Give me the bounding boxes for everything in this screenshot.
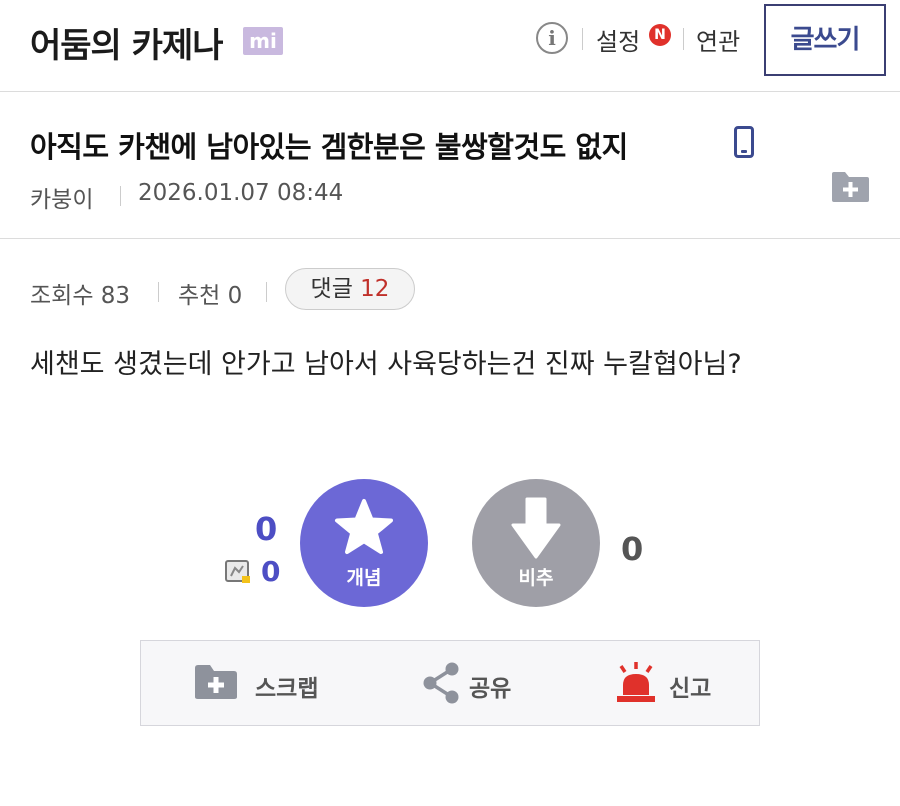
scrap-label: 스크랩 [255, 676, 319, 702]
separator [158, 282, 159, 302]
downvote-label: 비추 [518, 567, 554, 589]
view-count: 조회수 83 [30, 283, 131, 309]
folder-add-icon[interactable] [830, 170, 871, 204]
fix-icon [225, 560, 250, 583]
mi-badge: mi [243, 27, 283, 55]
comment-button[interactable]: 댓글 12 [285, 268, 415, 310]
recommend-count: 추천 0 [178, 283, 243, 309]
settings-link[interactable]: 설정 [596, 22, 640, 57]
fixed-count: 0 [261, 555, 281, 588]
siren-icon [617, 662, 655, 702]
post-author[interactable]: 카붕이 [30, 180, 93, 214]
divider [0, 238, 900, 239]
share-icon [423, 662, 459, 704]
separator [266, 282, 267, 302]
gallery-title[interactable]: 어둠의 카제나 [30, 18, 224, 67]
new-badge-icon: N [649, 24, 671, 46]
share-button[interactable]: 공유 [421, 641, 531, 725]
action-bar: 스크랩 공유 신고 [140, 640, 760, 726]
folder-add-icon [195, 665, 237, 699]
scrap-button[interactable]: 스크랩 [193, 641, 343, 725]
report-label: 신고 [669, 676, 712, 702]
post-body: 세챈도 생겼는데 안가고 남아서 사육당하는건 진짜 누칼협아님? [30, 349, 742, 380]
separator [120, 186, 121, 206]
post-title: 아직도 카챈에 남아있는 겜한분은 불쌍할것도 없지 [30, 130, 628, 164]
info-icon[interactable]: i [536, 22, 568, 54]
share-label: 공유 [469, 676, 512, 702]
comment-count: 12 [360, 276, 390, 302]
upvote-button[interactable]: 개념 [300, 479, 428, 607]
comment-label: 댓글 [310, 276, 353, 302]
upvote-label: 개념 [346, 567, 382, 589]
downvote-button[interactable]: 비추 [472, 479, 600, 607]
mobile-icon [734, 126, 754, 158]
separator [683, 28, 684, 50]
related-link[interactable]: 연관 [696, 22, 740, 57]
arrow-down-icon [511, 497, 561, 559]
downvote-count: 0 [621, 530, 644, 568]
upvote-count: 0 [255, 510, 278, 548]
header: 어둠의 카제나 mi i 설정 N 연관 글쓰기 [0, 0, 900, 92]
report-button[interactable]: 신고 [613, 641, 723, 725]
write-button[interactable]: 글쓰기 [764, 4, 886, 76]
post-date: 2026.01.07 08:44 [138, 180, 344, 206]
star-icon [335, 499, 393, 554]
separator [582, 28, 583, 50]
